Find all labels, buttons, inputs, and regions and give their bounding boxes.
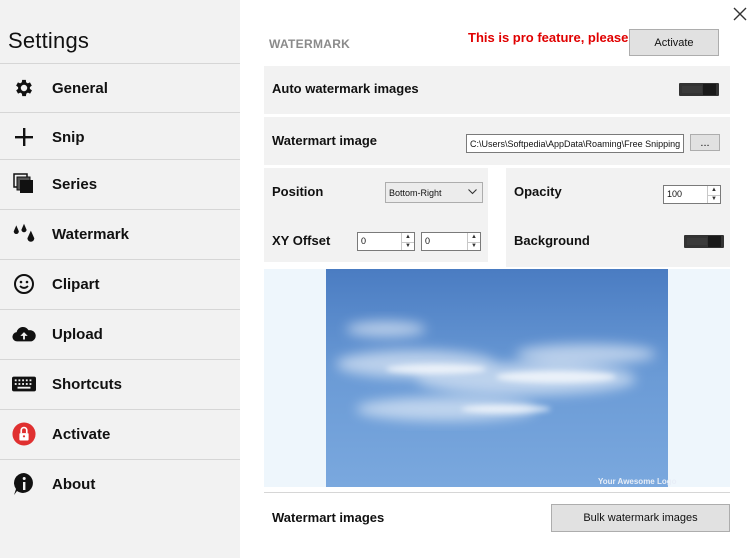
- smiley-icon: [12, 272, 36, 296]
- watermark-image-row: Watermart image C:\Users\Softpedia\AppDa…: [264, 117, 730, 165]
- auto-watermark-toggle[interactable]: [679, 83, 719, 96]
- auto-watermark-label: Auto watermark images: [272, 81, 419, 96]
- sidebar-item-label: Upload: [52, 325, 103, 343]
- cloud-upload-icon: [12, 322, 36, 346]
- watermark-logo-text: Your Awesome Logo: [598, 477, 677, 486]
- position-label: Position: [272, 184, 324, 199]
- sidebar-item-activate[interactable]: Activate: [0, 409, 240, 458]
- opacity-value: 100: [667, 189, 683, 199]
- pro-feature-note: This is pro feature, please: [468, 30, 629, 45]
- opacity-stepper[interactable]: 100 ▲ ▼: [663, 185, 721, 204]
- decrement-icon[interactable]: ▼: [708, 195, 720, 204]
- watermark-image-path-input[interactable]: C:\Users\Softpedia\AppData\Roaming\Free …: [466, 134, 684, 153]
- opacity-label: Opacity: [514, 184, 562, 199]
- sidebar-item-label: Shortcuts: [52, 375, 123, 393]
- gear-icon: [12, 76, 36, 100]
- chevron-down-icon: [468, 187, 477, 197]
- sidebar-item-label: Snip: [52, 128, 85, 146]
- sidebar-item-label: Clipart: [52, 275, 100, 293]
- sidebar-item-upload[interactable]: Upload: [0, 309, 240, 358]
- bulk-watermark-label: Watermart images: [272, 510, 385, 525]
- sidebar-item-about[interactable]: About: [0, 459, 240, 508]
- lock-icon: [12, 422, 36, 446]
- x-offset-stepper[interactable]: 0 ▲ ▼: [357, 232, 415, 251]
- x-offset-value: 0: [361, 236, 367, 246]
- section-title: WATERMARK: [269, 37, 351, 51]
- preview-image: [326, 269, 668, 487]
- y-offset-stepper[interactable]: 0 ▲ ▼: [421, 232, 481, 251]
- decrement-icon[interactable]: ▼: [468, 242, 480, 251]
- app-title: Settings: [8, 28, 90, 53]
- auto-watermark-row: Auto watermark images: [264, 66, 730, 114]
- position-select-value: Bottom-Right: [389, 187, 442, 198]
- divider: [264, 492, 730, 493]
- activate-button[interactable]: Activate: [629, 29, 719, 56]
- sidebar-item-series[interactable]: Series: [0, 159, 240, 208]
- watermark-image-label: Watermart image: [272, 133, 377, 148]
- sidebar-item-label: About: [52, 475, 96, 493]
- sidebar-item-label: Activate: [52, 425, 111, 443]
- info-icon: [12, 472, 36, 496]
- sidebar-item-watermark[interactable]: Watermark: [0, 209, 240, 258]
- y-offset-value: 0: [425, 236, 431, 246]
- bulk-watermark-button[interactable]: Bulk watermark images: [551, 504, 730, 532]
- position-offset-block: Position Bottom-Right XY Offset 0 ▲ ▼ 0 ▲…: [264, 168, 488, 262]
- keyboard-icon: [12, 372, 36, 396]
- sidebar-item-snip[interactable]: Snip: [0, 112, 240, 161]
- background-label: Background: [514, 233, 590, 248]
- decrement-icon[interactable]: ▼: [402, 242, 414, 251]
- sidebar-item-shortcuts[interactable]: Shortcuts: [0, 359, 240, 408]
- stacked-windows-icon: [12, 172, 36, 196]
- drops-icon: [12, 222, 36, 246]
- plus-icon: [12, 125, 36, 149]
- close-button[interactable]: [730, 4, 750, 24]
- sidebar-item-label: General: [52, 79, 108, 97]
- sidebar: Settings General Snip Series Watermark C…: [0, 0, 240, 558]
- sidebar-item-label: Watermark: [52, 225, 129, 243]
- background-toggle[interactable]: [684, 235, 724, 248]
- position-select[interactable]: Bottom-Right: [385, 182, 483, 203]
- xy-offset-label: XY Offset: [272, 233, 331, 248]
- close-icon: [733, 7, 747, 21]
- sidebar-item-general[interactable]: General: [0, 63, 240, 112]
- browse-button[interactable]: ...: [690, 134, 720, 151]
- sidebar-item-clipart[interactable]: Clipart: [0, 259, 240, 308]
- opacity-background-block: Opacity 100 ▲ ▼ Background: [506, 168, 730, 267]
- sidebar-item-label: Series: [52, 175, 98, 193]
